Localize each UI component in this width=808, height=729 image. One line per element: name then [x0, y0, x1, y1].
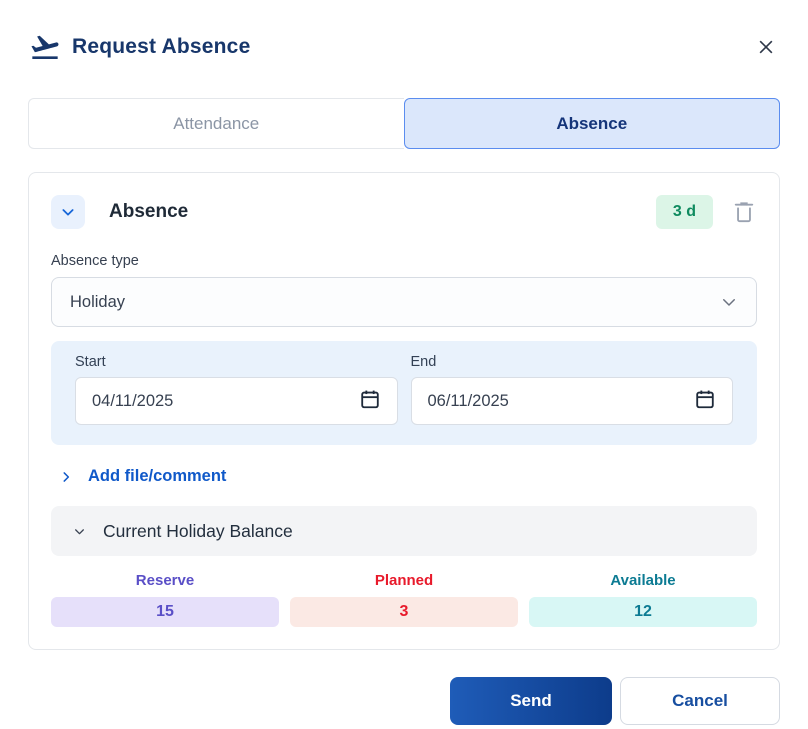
modal-footer: Send Cancel — [28, 677, 780, 725]
tab-attendance[interactable]: Attendance — [28, 98, 404, 149]
end-date-value: 06/11/2025 — [428, 392, 509, 411]
balance-label: Planned — [290, 572, 518, 589]
holiday-balance-toggle[interactable]: Current Holiday Balance — [51, 506, 757, 556]
chevron-down-icon — [60, 204, 76, 220]
absence-card-title: Absence — [109, 201, 188, 223]
balance-item-available: Available 12 — [529, 572, 757, 627]
duration-badge: 3 d — [656, 195, 713, 229]
add-file-comment-label: Add file/comment — [88, 467, 226, 486]
balance-chips-row: Reserve 15 Planned 3 Available 12 — [51, 572, 757, 627]
cancel-button[interactable]: Cancel — [620, 677, 780, 725]
request-absence-modal: Request Absence Attendance Absence Absen… — [0, 0, 808, 729]
add-file-comment-toggle[interactable]: Add file/comment — [51, 467, 226, 486]
balance-value-chip: 15 — [51, 597, 279, 627]
holiday-balance-title: Current Holiday Balance — [103, 521, 293, 542]
start-date-label: Start — [75, 354, 398, 370]
balance-item-planned: Planned 3 — [290, 572, 518, 627]
send-button[interactable]: Send — [450, 677, 612, 725]
absence-card: Absence 3 d Absence type Holiday Start 0… — [28, 172, 780, 650]
trash-icon — [733, 200, 755, 224]
absence-type-value: Holiday — [70, 293, 125, 312]
tab-bar: Attendance Absence — [28, 98, 780, 149]
dates-panel: Start 04/11/2025 End 06/11/2025 — [51, 341, 757, 445]
balance-value-chip: 12 — [529, 597, 757, 627]
end-date-input[interactable]: 06/11/2025 — [411, 377, 734, 425]
chevron-down-icon — [73, 525, 86, 538]
balance-label: Reserve — [51, 572, 279, 589]
modal-title: Request Absence — [72, 35, 250, 59]
balance-item-reserve: Reserve 15 — [51, 572, 279, 627]
modal-header: Request Absence — [28, 0, 780, 64]
calendar-icon[interactable] — [359, 388, 381, 415]
balance-value-chip: 3 — [290, 597, 518, 627]
start-date-group: Start 04/11/2025 — [75, 354, 398, 425]
calendar-icon[interactable] — [694, 388, 716, 415]
end-date-group: End 06/11/2025 — [411, 354, 734, 425]
absence-type-label: Absence type — [51, 253, 757, 269]
collapse-card-button[interactable] — [51, 195, 85, 229]
absence-card-header: Absence 3 d — [51, 195, 757, 229]
start-date-value: 04/11/2025 — [92, 392, 173, 411]
balance-label: Available — [529, 572, 757, 589]
delete-absence-button[interactable] — [731, 198, 757, 226]
plane-landing-icon — [28, 30, 62, 64]
close-button[interactable] — [752, 33, 780, 61]
absence-type-select[interactable]: Holiday — [51, 277, 757, 327]
tab-absence[interactable]: Absence — [404, 98, 781, 149]
end-date-label: End — [411, 354, 734, 370]
close-icon — [756, 37, 776, 57]
start-date-input[interactable]: 04/11/2025 — [75, 377, 398, 425]
chevron-down-icon — [720, 293, 738, 311]
chevron-right-icon — [59, 470, 73, 484]
